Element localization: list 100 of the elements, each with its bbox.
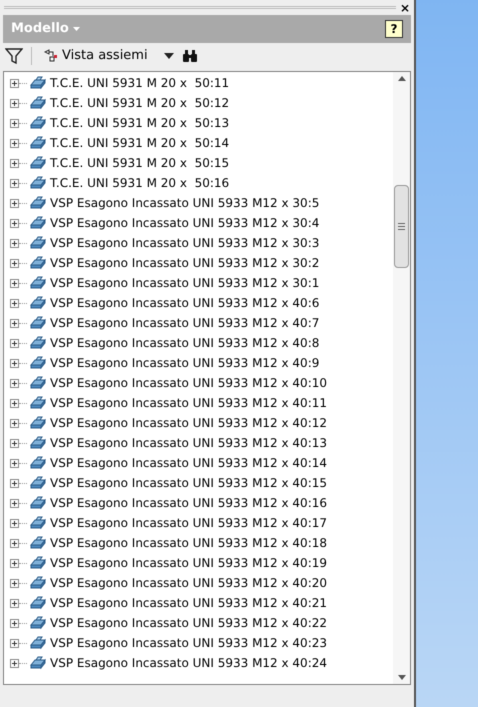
- expand-icon[interactable]: [10, 598, 19, 608]
- tree-item[interactable]: VSP Esagono Incassato UNI 5933 M12 x 40:21: [50, 594, 328, 612]
- expand-icon[interactable]: [10, 138, 19, 148]
- scrollbar[interactable]: [393, 72, 410, 684]
- tree-item[interactable]: VSP Esagono Incassato UNI 5933 M12 x 40:15: [50, 474, 328, 492]
- expand-icon[interactable]: [10, 518, 19, 528]
- tree-item[interactable]: VSP Esagono Incassato UNI 5933 M12 x 40:18: [50, 534, 328, 552]
- assembly-tree-icon: [44, 49, 58, 63]
- tree-item[interactable]: VSP Esagono Incassato UNI 5933 M12 x 40:16: [50, 494, 328, 512]
- tree-item[interactable]: VSP Esagono Incassato UNI 5933 M12 x 40:6: [50, 294, 320, 312]
- expand-icon[interactable]: [10, 638, 19, 648]
- part-icon: [30, 196, 47, 210]
- tree-item[interactable]: T.C.E. UNI 5931 M 20 x 50:11: [50, 74, 230, 92]
- expand-icon[interactable]: [10, 178, 19, 188]
- expand-icon[interactable]: [10, 78, 19, 88]
- part-icon: [30, 336, 47, 350]
- tree-item[interactable]: VSP Esagono Incassato UNI 5933 M12 x 40:24: [50, 654, 328, 672]
- expand-icon[interactable]: [10, 278, 19, 288]
- part-icon: [30, 216, 47, 230]
- filter-icon[interactable]: [5, 48, 23, 64]
- expand-icon[interactable]: [10, 458, 19, 468]
- binoculars-icon[interactable]: [182, 49, 198, 63]
- expand-icon[interactable]: [10, 398, 19, 408]
- expand-icon[interactable]: [10, 538, 19, 548]
- part-icon: [30, 136, 47, 150]
- part-icon: [30, 356, 47, 370]
- expand-icon[interactable]: [10, 358, 19, 368]
- part-icon: [30, 416, 47, 430]
- expand-icon[interactable]: [10, 658, 19, 668]
- expand-icon[interactable]: [10, 158, 19, 168]
- tree-item[interactable]: VSP Esagono Incassato UNI 5933 M12 x 40:20: [50, 574, 328, 592]
- expand-icon[interactable]: [10, 418, 19, 428]
- part-icon: [30, 76, 47, 90]
- part-icon: [30, 156, 47, 170]
- part-icon: [30, 316, 47, 330]
- expand-icon[interactable]: [10, 438, 19, 448]
- tree-item[interactable]: T.C.E. UNI 5931 M 20 x 50:12: [50, 94, 230, 112]
- tree-item[interactable]: VSP Esagono Incassato UNI 5933 M12 x 40:19: [50, 554, 328, 572]
- expand-icon[interactable]: [10, 198, 19, 208]
- expand-icon[interactable]: [10, 498, 19, 508]
- tree-item[interactable]: VSP Esagono Incassato UNI 5933 M12 x 40:17: [50, 514, 328, 532]
- tree-item[interactable]: VSP Esagono Incassato UNI 5933 M12 x 30:5: [50, 194, 320, 212]
- expand-icon[interactable]: [10, 478, 19, 488]
- expand-icon[interactable]: [10, 238, 19, 248]
- expand-icon[interactable]: [10, 118, 19, 128]
- scroll-down-icon[interactable]: [398, 675, 406, 680]
- expand-icon[interactable]: [10, 618, 19, 628]
- tree-item[interactable]: VSP Esagono Incassato UNI 5933 M12 x 40:8: [50, 334, 320, 352]
- scroll-up-icon[interactable]: [398, 76, 406, 81]
- part-icon: [30, 476, 47, 490]
- expand-icon[interactable]: [10, 378, 19, 388]
- expand-icon[interactable]: [10, 578, 19, 588]
- tree-item[interactable]: T.C.E. UNI 5931 M 20 x 50:16: [50, 174, 230, 192]
- part-icon: [30, 396, 47, 410]
- expand-icon[interactable]: [10, 98, 19, 108]
- tree-item[interactable]: VSP Esagono Incassato UNI 5933 M12 x 40:9: [50, 354, 320, 372]
- expand-icon[interactable]: [10, 258, 19, 268]
- dropdown-icon[interactable]: [164, 53, 174, 59]
- tree-item[interactable]: T.C.E. UNI 5931 M 20 x 50:13: [50, 114, 230, 132]
- tree-item[interactable]: VSP Esagono Incassato UNI 5933 M12 x 40:10: [50, 374, 328, 392]
- part-icon: [30, 296, 47, 310]
- part-icon: [30, 116, 47, 130]
- part-icon: [30, 576, 47, 590]
- tree-item[interactable]: VSP Esagono Incassato UNI 5933 M12 x 30:2: [50, 254, 320, 272]
- part-icon: [30, 656, 47, 670]
- part-icon: [30, 436, 47, 450]
- part-icon: [30, 376, 47, 390]
- part-icon: [30, 176, 47, 190]
- tree-item[interactable]: VSP Esagono Incassato UNI 5933 M12 x 30:4: [50, 214, 320, 232]
- tree-item[interactable]: VSP Esagono Incassato UNI 5933 M12 x 30:1: [50, 274, 320, 292]
- tree-item[interactable]: VSP Esagono Incassato UNI 5933 M12 x 40:22: [50, 614, 328, 632]
- scroll-thumb[interactable]: [394, 185, 409, 268]
- expand-icon[interactable]: [10, 218, 19, 228]
- part-icon: [30, 256, 47, 270]
- part-icon: [30, 276, 47, 290]
- expand-icon[interactable]: [10, 318, 19, 328]
- tree-item[interactable]: VSP Esagono Incassato UNI 5933 M12 x 40:13: [50, 434, 328, 452]
- part-icon: [30, 496, 47, 510]
- tree-item[interactable]: VSP Esagono Incassato UNI 5933 M12 x 40:11: [50, 394, 328, 412]
- tree-item[interactable]: VSP Esagono Incassato UNI 5933 M12 x 40:14: [50, 454, 328, 472]
- part-icon: [30, 636, 47, 650]
- part-icon: [30, 516, 47, 530]
- help-button[interactable]: ?: [385, 20, 403, 38]
- tree-item[interactable]: VSP Esagono Incassato UNI 5933 M12 x 40:7: [50, 314, 320, 332]
- part-icon: [30, 556, 47, 570]
- tree-item[interactable]: T.C.E. UNI 5931 M 20 x 50:14: [50, 134, 230, 152]
- part-icon: [30, 596, 47, 610]
- assembly-view-button[interactable]: Vista assiemi: [40, 46, 152, 66]
- part-icon: [30, 96, 47, 110]
- tree-item[interactable]: VSP Esagono Incassato UNI 5933 M12 x 40:12: [50, 414, 328, 432]
- expand-icon[interactable]: [10, 298, 19, 308]
- part-icon: [30, 456, 47, 470]
- expand-icon[interactable]: [10, 338, 19, 348]
- tree-item[interactable]: VSP Esagono Incassato UNI 5933 M12 x 30:3: [50, 234, 320, 252]
- close-button[interactable]: ×: [400, 2, 410, 14]
- part-icon: [30, 536, 47, 550]
- part-icon: [30, 616, 47, 630]
- tree-item[interactable]: VSP Esagono Incassato UNI 5933 M12 x 40:23: [50, 634, 328, 652]
- tree-item[interactable]: T.C.E. UNI 5931 M 20 x 50:15: [50, 154, 230, 172]
- expand-icon[interactable]: [10, 558, 19, 568]
